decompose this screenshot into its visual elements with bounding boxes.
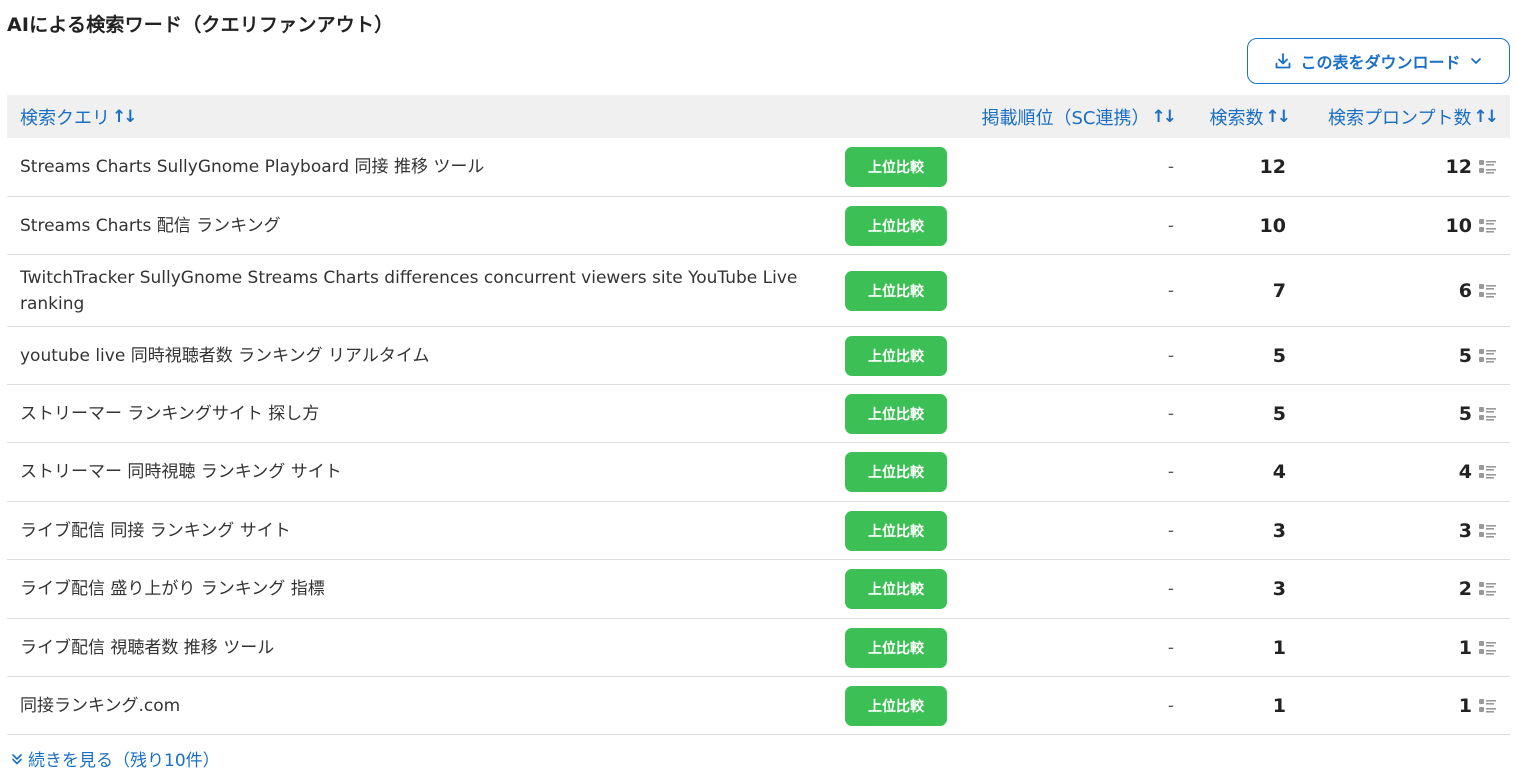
- prompt-count-value: 2: [1458, 578, 1472, 600]
- prompt-count-value: 10: [1445, 214, 1472, 237]
- query-text: ストリーマー 同時視聴 ランキング サイト: [20, 462, 342, 482]
- search-count-value: 12: [1259, 156, 1286, 178]
- search-count-value: 7: [1272, 279, 1286, 302]
- query-text: 同接ランキング.com: [20, 695, 181, 716]
- search-count-value: 4: [1272, 461, 1286, 483]
- table-row: ストリーマー 同時視聴 ランキング サイト 上位比較 - 4 4: [7, 443, 1510, 502]
- rank-value: -: [1167, 637, 1174, 658]
- table-row: Streams Charts SullyGnome Playboard 同接 推…: [7, 138, 1510, 197]
- rank-value: -: [1167, 157, 1174, 177]
- prompt-list-icon[interactable]: [1479, 159, 1496, 175]
- prompt-list-icon[interactable]: [1479, 581, 1496, 597]
- rank-value: -: [1167, 403, 1174, 424]
- column-header-rank[interactable]: 掲載順位（SC連携） ↑↓: [982, 95, 1177, 138]
- search-count-value: 1: [1272, 636, 1286, 659]
- prompt-count-value: 4: [1458, 461, 1472, 483]
- prompt-list-icon[interactable]: [1479, 406, 1496, 422]
- show-more-link[interactable]: 続きを見る（残り10件）: [10, 746, 220, 771]
- prompt-list-icon[interactable]: [1479, 283, 1496, 299]
- prompt-list-icon[interactable]: [1479, 523, 1496, 539]
- query-text: ライブ配信 視聴者数 推移 ツール: [20, 637, 275, 658]
- table-row: Streams Charts 配信 ランキング 上位比較 - 10 10: [7, 197, 1510, 255]
- sort-icon: ↑↓: [1151, 106, 1177, 127]
- search-count-value: 5: [1272, 402, 1286, 425]
- prompt-count-value: 5: [1458, 344, 1472, 367]
- search-count-value: 5: [1272, 344, 1286, 367]
- search-count-value: 3: [1272, 519, 1286, 542]
- compare-top-button[interactable]: 上位比較: [845, 685, 947, 726]
- prompt-list-icon[interactable]: [1479, 464, 1496, 480]
- rank-value: -: [1167, 695, 1174, 716]
- query-table: 検索クエリ ↑↓ 掲載順位（SC連携） ↑↓ 検索数 ↑↓ 検索プロンプト数 ↑↓ St…: [7, 95, 1510, 735]
- show-more-label: 続きを見る（残り10件）: [28, 751, 220, 771]
- prompt-count-value: 3: [1458, 519, 1472, 542]
- table-row: 同接ランキング.com 上位比較 - 1 1: [7, 677, 1510, 735]
- compare-top-button[interactable]: 上位比較: [845, 270, 947, 311]
- sort-icon: ↑↓: [112, 106, 137, 127]
- table-row: TwitchTracker SullyGnome Streams Charts …: [7, 255, 1510, 327]
- rank-value: -: [1167, 462, 1174, 482]
- compare-top-button[interactable]: 上位比較: [845, 205, 947, 246]
- query-text: youtube live 同時視聴者数 ランキング リアルタイム: [20, 345, 430, 366]
- table-row: ライブ配信 同接 ランキング サイト 上位比較 - 3 3: [7, 502, 1510, 560]
- prompt-count-value: 6: [1458, 279, 1472, 302]
- double-chevron-down-icon: [12, 753, 22, 764]
- prompt-count-value: 1: [1458, 636, 1472, 659]
- compare-top-button[interactable]: 上位比較: [845, 627, 947, 668]
- compare-top-button[interactable]: 上位比較: [845, 393, 947, 434]
- download-button-label: この表をダウンロード: [1300, 53, 1461, 72]
- rank-value: -: [1167, 215, 1174, 236]
- sort-icon: ↑↓: [1265, 106, 1291, 127]
- column-header-query[interactable]: 検索クエリ ↑↓: [20, 95, 137, 138]
- search-count-value: 10: [1259, 214, 1286, 237]
- query-text: ライブ配信 盛り上がり ランキング 指標: [20, 579, 325, 599]
- download-table-button[interactable]: この表をダウンロード: [1247, 38, 1510, 84]
- table-row: ライブ配信 視聴者数 推移 ツール 上位比較 - 1 1: [7, 619, 1510, 677]
- table-row: ストリーマー ランキングサイト 探し方 上位比較 - 5 5: [7, 385, 1510, 443]
- rank-value: -: [1167, 579, 1174, 599]
- prompt-list-icon[interactable]: [1479, 640, 1496, 656]
- table-body: Streams Charts SullyGnome Playboard 同接 推…: [7, 138, 1510, 735]
- table-row: youtube live 同時視聴者数 ランキング リアルタイム 上位比較 - 5 5: [7, 327, 1510, 385]
- compare-top-button[interactable]: 上位比較: [845, 510, 947, 551]
- rank-value: -: [1167, 520, 1174, 541]
- search-count-value: 3: [1272, 578, 1286, 600]
- rank-value: -: [1167, 345, 1174, 366]
- prompt-count-value: 5: [1458, 402, 1472, 425]
- rank-value: -: [1167, 280, 1174, 301]
- compare-top-button[interactable]: 上位比較: [845, 452, 947, 492]
- chevron-down-icon: [1470, 58, 1481, 64]
- column-header-prompt-count[interactable]: 検索プロンプト数 ↑↓: [1328, 95, 1499, 138]
- prompt-list-icon[interactable]: [1479, 698, 1496, 714]
- compare-top-button[interactable]: 上位比較: [845, 147, 947, 187]
- column-header-search-count[interactable]: 検索数 ↑↓: [1210, 95, 1291, 138]
- prompt-list-icon[interactable]: [1479, 218, 1496, 234]
- query-text: ライブ配信 同接 ランキング サイト: [20, 520, 291, 541]
- section-title: AIによる検索ワード（クエリファンアウト）: [7, 14, 394, 36]
- prompt-count-value: 12: [1445, 156, 1472, 178]
- query-text: Streams Charts SullyGnome Playboard 同接 推…: [20, 157, 485, 177]
- query-text: Streams Charts 配信 ランキング: [20, 215, 281, 236]
- table-header: 検索クエリ ↑↓ 掲載順位（SC連携） ↑↓ 検索数 ↑↓ 検索プロンプト数 ↑↓: [7, 95, 1510, 138]
- prompt-count-value: 1: [1458, 694, 1472, 717]
- prompt-list-icon[interactable]: [1479, 348, 1496, 364]
- table-row: ライブ配信 盛り上がり ランキング 指標 上位比較 - 3 2: [7, 560, 1510, 619]
- compare-top-button[interactable]: 上位比較: [845, 335, 947, 376]
- download-icon: [1276, 53, 1291, 69]
- query-text: ストリーマー ランキングサイト 探し方: [20, 403, 320, 424]
- compare-top-button[interactable]: 上位比較: [845, 569, 947, 609]
- query-text: TwitchTracker SullyGnome Streams Charts …: [20, 267, 798, 314]
- search-count-value: 1: [1272, 694, 1286, 717]
- sort-icon: ↑↓: [1473, 106, 1499, 127]
